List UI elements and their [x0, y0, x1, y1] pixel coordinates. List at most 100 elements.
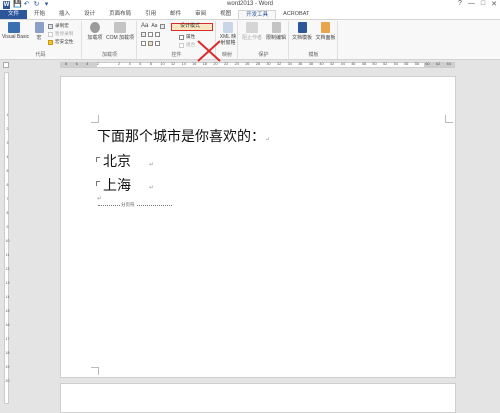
- ruler-tick-label: 14: [181, 62, 186, 66]
- tab-view[interactable]: 视图: [213, 10, 238, 19]
- block-authors-button[interactable]: 阻止作者: [241, 22, 263, 41]
- option-shanghai-text: 上海: [103, 178, 131, 194]
- ruler-tick-label: 58: [414, 62, 420, 66]
- ruler-tick-label: 13: [5, 281, 10, 285]
- document-panel-button[interactable]: 文档面板: [314, 22, 337, 41]
- group-protect: 阻止作者 限制编辑 保护: [239, 21, 289, 59]
- crop-mark-bl: [91, 367, 99, 375]
- red-x-annotation: [197, 40, 221, 62]
- tab-review[interactable]: 审阅: [188, 10, 213, 19]
- ruler-tick-label: 19: [5, 365, 10, 369]
- design-mode-button[interactable]: 设计模式: [171, 23, 213, 31]
- document-page[interactable]: 下面那个城市是你喜欢的：↵ 北京 ↵ 上海 ↵ ↵: [60, 76, 456, 378]
- plain-text-content-control[interactable]: Aa: [151, 23, 157, 29]
- group-code: Visual Basic 宏 录制宏 暂停录制 宏安全性 代码: [0, 21, 82, 59]
- ruler-tick-label: 18: [202, 62, 208, 66]
- option-beijing[interactable]: 北京: [103, 151, 131, 171]
- document-template-button[interactable]: 文档模板: [291, 22, 313, 41]
- ruler-tick-label: 17: [5, 337, 10, 341]
- visual-basic-button[interactable]: Visual Basic: [2, 22, 29, 40]
- paragraph-mark: ↵: [265, 136, 271, 143]
- document-page-2[interactable]: [60, 383, 456, 413]
- ruler-tick-label: 10: [5, 239, 10, 243]
- macros-button[interactable]: 宏: [33, 22, 45, 41]
- paragraph-mark: ↵: [149, 162, 155, 168]
- question-paragraph[interactable]: 下面那个城市是你喜欢的：↵: [97, 126, 270, 146]
- ruler-tick-label: 8: [65, 62, 68, 66]
- ruler-tick-label: 32: [277, 62, 282, 66]
- help-button[interactable]: ?: [458, 0, 462, 8]
- com-addins-button[interactable]: COM 加载项: [106, 22, 134, 41]
- dropdown-control-icon[interactable]: [155, 32, 160, 37]
- ruler-tick-label: 16: [5, 323, 10, 327]
- ruler-tick-label: 20: [213, 62, 218, 66]
- tab-design[interactable]: 设计: [77, 10, 102, 19]
- option-shanghai[interactable]: 上海: [103, 175, 131, 195]
- horizontal-ruler[interactable]: 8 6 4 2 2 4 6 8 10 12 14 16 18 20 22 24 26 28 30 32 34 36 38 40…: [60, 62, 455, 68]
- record-macro-button[interactable]: 录制宏: [48, 23, 69, 29]
- pause-recording-button[interactable]: 暂停录制: [48, 31, 73, 37]
- ruler-tick-label: 8: [149, 62, 152, 66]
- restore-button[interactable]: □: [481, 0, 485, 8]
- tab-selector-button[interactable]: [3, 62, 9, 68]
- option-beijing-text: 北京: [103, 154, 131, 170]
- text-controls-row: Aa Aa: [141, 23, 166, 29]
- ruler-tick-label: 11: [5, 253, 10, 257]
- content-control-marker: [96, 157, 100, 162]
- properties-button[interactable]: 属性: [179, 34, 195, 40]
- ruler-tick-label: 46: [351, 62, 356, 66]
- ruler-tick-label: 42: [330, 62, 335, 66]
- tab-file[interactable]: 文件: [0, 10, 28, 19]
- group-addins: 加载项 COM 加载项 加载项: [83, 21, 137, 59]
- tab-insert[interactable]: 插入: [52, 10, 77, 19]
- ruler-tick-label: 50: [372, 62, 377, 66]
- tab-mailings[interactable]: 邮件: [163, 10, 188, 19]
- group-controls-button[interactable]: 组合: [179, 42, 195, 48]
- ruler-tick-label: 15: [5, 309, 10, 313]
- ruler-tick-label: 62: [436, 62, 441, 66]
- ruler-tick-label: 40: [319, 62, 324, 66]
- group-protect-label: 保护: [258, 52, 269, 58]
- ruler-tick-label: 5: [6, 169, 9, 173]
- tab-developer[interactable]: 开发工具: [238, 10, 277, 19]
- ruler-tick-label: 2: [6, 127, 9, 131]
- rich-text-content-control[interactable]: Aa: [141, 23, 148, 29]
- ruler-tick-label: 30: [266, 62, 271, 66]
- tab-page-layout[interactable]: 页面布局: [102, 10, 138, 19]
- group-code-label: 代码: [35, 52, 46, 58]
- document-panel-icon: [321, 22, 330, 33]
- legacy-tools-icon[interactable]: [148, 41, 153, 46]
- addins-button[interactable]: 加载项: [86, 22, 104, 41]
- ruler-tick-label: 18: [5, 351, 10, 355]
- tab-home[interactable]: 开始: [27, 10, 52, 19]
- ruler-tick-label: 4: [128, 62, 131, 66]
- checkbox-control-icon[interactable]: [141, 32, 146, 37]
- ruler-tick-label: 9: [6, 225, 9, 229]
- ruler-tick-label: 20: [5, 379, 10, 383]
- tab-acrobat[interactable]: ACROBAT: [276, 10, 316, 19]
- combobox-control-icon[interactable]: [148, 32, 153, 37]
- crop-mark-tl: [91, 115, 99, 123]
- ruler-tick-label: 16: [192, 62, 197, 66]
- ruler-tick-label: 48: [361, 62, 367, 66]
- warning-icon: [48, 39, 53, 45]
- close-button[interactable]: ✕: [491, 0, 497, 8]
- building-block-control-icon[interactable]: [155, 41, 160, 46]
- window-controls: ? — □ ✕: [458, 0, 497, 8]
- group-icon: [179, 42, 184, 48]
- paragraph-mark: ↵: [149, 185, 155, 191]
- minimize-button[interactable]: —: [468, 0, 475, 8]
- group-templates-label: 模板: [308, 52, 319, 58]
- date-picker-control-icon[interactable]: [141, 41, 146, 46]
- ruler-tick-label: 1: [6, 113, 9, 117]
- picture-control-icon[interactable]: [160, 23, 166, 29]
- ruler-tick-label: 26: [245, 62, 250, 66]
- tab-references[interactable]: 引用: [138, 10, 163, 19]
- macro-security-button[interactable]: 宏安全性: [48, 39, 73, 45]
- xml-mapping-icon: [223, 22, 233, 33]
- ruler-tick-label: 56: [404, 62, 409, 66]
- restrict-editing-button[interactable]: 限制编辑: [264, 22, 288, 41]
- vertical-ruler[interactable]: 1 2 3 4 5 6 7 8 9 10 11 12 13 14 15 16 17 18 19 20: [4, 72, 9, 404]
- properties-icon: [179, 34, 184, 40]
- ruler-tick-label: 22: [224, 62, 229, 66]
